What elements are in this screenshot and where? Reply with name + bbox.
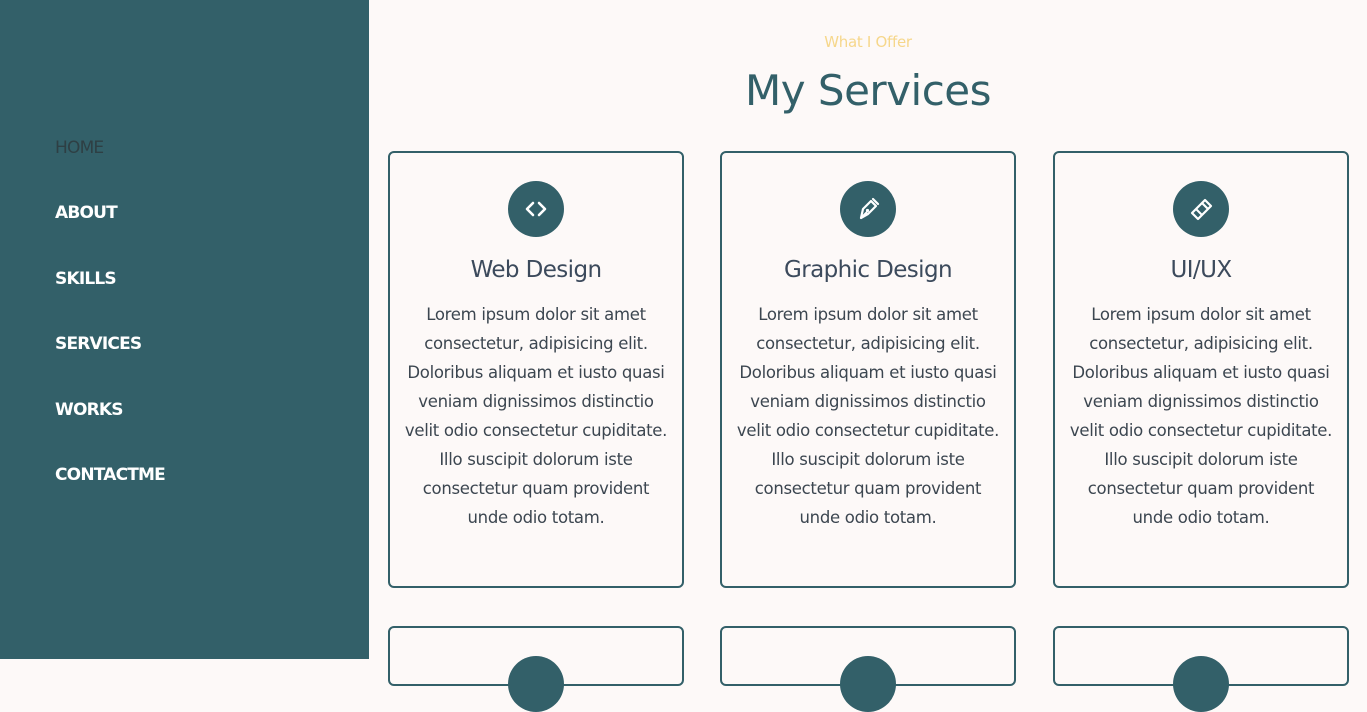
service-card-ui-ux: UI/UX Lorem ipsum dolor sit amet consect…: [1053, 151, 1349, 588]
service-card-web-design: Web Design Lorem ipsum dolor sit amet co…: [388, 151, 684, 588]
service-card-text: Lorem ipsum dolor sit amet consectetur, …: [1069, 305, 1333, 527]
service-card-graphic-design: Graphic Design Lorem ipsum dolor sit ame…: [720, 151, 1016, 588]
sidebar: HOME ABOUT SKILLS SERVICES WORKS CONTACT…: [0, 0, 369, 659]
service-card-row2-3: [1053, 626, 1349, 712]
service-card-text: Lorem ipsum dolor sit amet consectetur, …: [736, 305, 1000, 527]
service-card-title: UI/UX: [1170, 257, 1233, 283]
nav-item-about[interactable]: ABOUT: [55, 201, 165, 266]
service-card-row2-2: [720, 626, 1016, 712]
service-card-title: Web Design: [470, 257, 602, 283]
nav-item-works[interactable]: WORKS: [55, 398, 165, 463]
service-card-title: Graphic Design: [784, 257, 953, 283]
sidebar-nav: HOME ABOUT SKILLS SERVICES WORKS CONTACT…: [55, 136, 166, 528]
service-card-text: Lorem ipsum dolor sit amet consectetur, …: [404, 305, 668, 527]
service-icon: [1173, 656, 1229, 712]
nav-item-home[interactable]: HOME: [55, 136, 165, 201]
section-title: My Services: [744, 66, 992, 115]
pen-nib-icon: [840, 181, 896, 237]
nav-item-skills[interactable]: SKILLS: [55, 267, 165, 332]
services-section: What I Offer My Services Web Design Lore…: [369, 0, 1367, 712]
eraser-icon: [1173, 181, 1229, 237]
service-icon: [840, 656, 896, 712]
service-icon: [508, 656, 564, 712]
section-eyebrow: What I Offer: [824, 33, 912, 51]
service-card-row2-1: [388, 626, 684, 712]
nav-item-services[interactable]: SERVICES: [55, 332, 165, 397]
code-icon: [508, 181, 564, 237]
nav-item-contactme[interactable]: CONTACTME: [55, 463, 166, 528]
